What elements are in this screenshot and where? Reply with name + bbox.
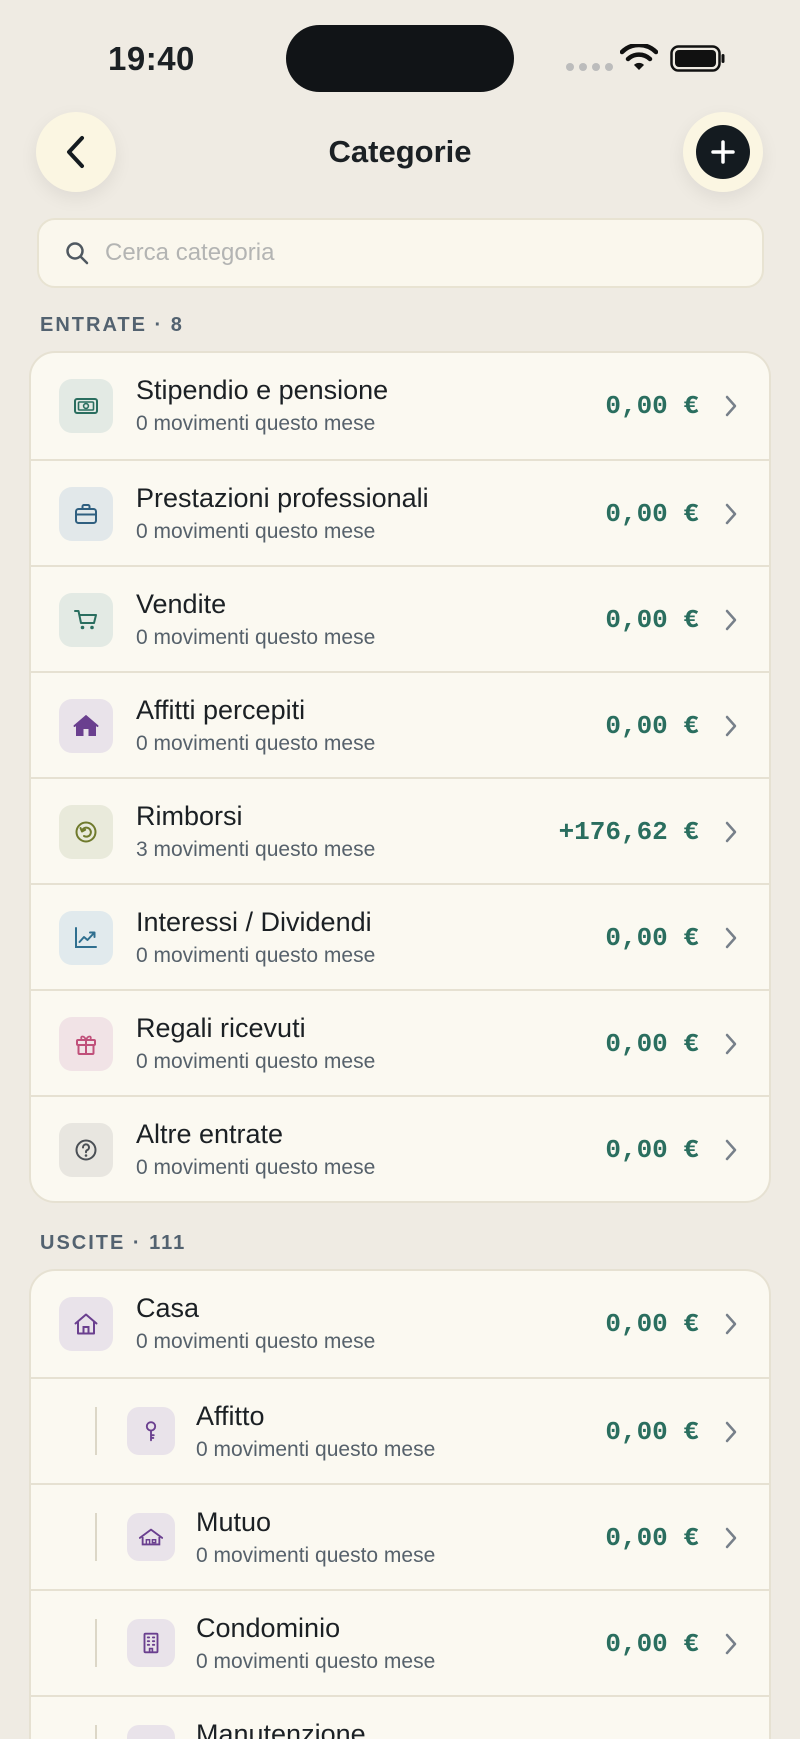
status-bar: 19:40 xyxy=(0,0,800,110)
chevron-right-icon xyxy=(725,1033,737,1055)
category-amount: 0,00 € xyxy=(605,391,699,421)
key-icon xyxy=(127,1407,175,1455)
refund-icon xyxy=(59,805,113,859)
subcategory-indent-line xyxy=(95,1513,97,1561)
category-transaction-count: 0 movimenti questo mese xyxy=(136,412,376,435)
category-transaction-count: 0 movimenti questo mese xyxy=(196,1438,436,1461)
cart-icon xyxy=(59,593,113,647)
income-category-row[interactable]: Rimborsi 3 movimenti questo mese +176,62 € xyxy=(31,777,769,883)
category-name: Prestazioni professionali xyxy=(136,483,429,513)
income-category-row[interactable]: Affitti percepiti 0 movimenti questo mese… xyxy=(31,671,769,777)
category-amount: 0,00 € xyxy=(605,1629,699,1659)
income-category-row[interactable]: Altre entrate 0 movimenti questo mese 0,00… xyxy=(31,1095,769,1201)
category-transaction-count: 0 movimenti questo mese xyxy=(136,626,376,649)
category-name: Vendite xyxy=(136,589,227,619)
category-name: Manutenzione xyxy=(196,1719,366,1739)
plus-icon xyxy=(696,125,750,179)
category-amount: 0,00 € xyxy=(605,1523,699,1553)
expense-category-row[interactable]: Condominio 0 movimenti questo mese 0,00 € xyxy=(31,1589,769,1695)
category-amount: 0,00 € xyxy=(605,1309,699,1339)
income-category-row[interactable]: Regali ricevuti 0 movimenti questo mese 0,… xyxy=(31,989,769,1095)
header: Categorie xyxy=(0,112,800,194)
chevron-right-icon xyxy=(725,503,737,525)
chevron-right-icon xyxy=(725,715,737,737)
subcategory-indent-line xyxy=(95,1725,97,1739)
category-name: Regali ricevuti xyxy=(136,1013,306,1043)
category-name: Condominio xyxy=(196,1613,341,1643)
category-transaction-count: 0 movimenti questo mese xyxy=(136,732,376,755)
category-amount: 0,00 € xyxy=(605,1029,699,1059)
house-outline-icon xyxy=(59,1297,113,1351)
category-transaction-count: 3 movimenti questo mese xyxy=(136,838,376,861)
trend-chart-icon xyxy=(59,911,113,965)
category-transaction-count: 0 movimenti questo mese xyxy=(136,1156,376,1179)
expense-category-row[interactable]: Manutenzione0 movimenti questo mese0,00 … xyxy=(31,1695,769,1739)
category-transaction-count: 0 movimenti questo mese xyxy=(196,1544,436,1567)
dynamic-island xyxy=(286,25,514,92)
expenses-category-list: Casa 0 movimenti questo mese 0,00 € Affitto… xyxy=(29,1269,771,1739)
chevron-right-icon xyxy=(725,1421,737,1443)
building-icon xyxy=(127,1619,175,1667)
income-section-label: ENTRATE · 8 xyxy=(40,314,184,336)
search-bar xyxy=(37,218,764,288)
gift-icon xyxy=(59,1017,113,1071)
income-category-row[interactable]: Vendite 0 movimenti questo mese 0,00 € xyxy=(31,565,769,671)
category-amount: 0,00 € xyxy=(605,923,699,953)
question-icon xyxy=(59,1123,113,1177)
category-transaction-count: 0 movimenti questo mese xyxy=(136,520,376,543)
banknote-icon xyxy=(59,379,113,433)
category-name: Mutuo xyxy=(196,1507,272,1537)
category-amount: 0,00 € xyxy=(605,1135,699,1165)
category-transaction-count: 0 movimenti questo mese xyxy=(136,1330,376,1353)
expense-category-row[interactable]: Mutuo 0 movimenti questo mese 0,00 € xyxy=(31,1483,769,1589)
category-amount: 0,00 € xyxy=(605,499,699,529)
category-amount: 0,00 € xyxy=(605,605,699,635)
chevron-right-icon xyxy=(725,927,737,949)
category-amount: 0,00 € xyxy=(605,711,699,741)
chevron-right-icon xyxy=(725,1139,737,1161)
briefcase-icon xyxy=(59,487,113,541)
status-time: 19:40 xyxy=(108,40,195,77)
chevron-right-icon xyxy=(725,821,737,843)
expense-category-row[interactable]: Affitto 0 movimenti questo mese 0,00 € xyxy=(31,1377,769,1483)
category-transaction-count: 0 movimenti questo mese xyxy=(136,1050,376,1073)
income-category-row[interactable]: Interessi / Dividendi 0 movimenti questo … xyxy=(31,883,769,989)
search-icon xyxy=(66,242,89,265)
battery-icon xyxy=(670,45,725,72)
subcategory-indent-line xyxy=(95,1619,97,1667)
category-name: Casa xyxy=(136,1293,200,1323)
chevron-right-icon xyxy=(725,1527,737,1549)
category-transaction-count: 0 movimenti questo mese xyxy=(136,944,376,967)
chevron-right-icon xyxy=(725,1633,737,1655)
income-category-list: Stipendio e pensione 0 movimenti questo m… xyxy=(29,351,771,1203)
income-category-row[interactable]: Prestazioni professionali 0 movimenti que… xyxy=(31,459,769,565)
cellular-signal-icon xyxy=(566,63,613,71)
category-name: Interessi / Dividendi xyxy=(136,907,372,937)
add-category-button[interactable] xyxy=(683,112,763,192)
expense-category-row[interactable]: Casa 0 movimenti questo mese 0,00 € xyxy=(31,1271,769,1377)
category-amount: 0,00 € xyxy=(605,1735,699,1739)
tools-icon xyxy=(127,1725,175,1739)
expenses-section-label: USCITE · 111 xyxy=(40,1232,187,1254)
house-filled-icon xyxy=(59,699,113,753)
category-amount: +176,62 € xyxy=(558,817,699,847)
category-name: Affitti percepiti xyxy=(136,695,306,725)
search-input[interactable] xyxy=(105,239,705,267)
subcategory-indent-line xyxy=(95,1407,97,1455)
category-name: Altre entrate xyxy=(136,1119,284,1149)
category-name: Stipendio e pensione xyxy=(136,375,389,405)
wifi-icon xyxy=(620,44,658,70)
chevron-right-icon xyxy=(725,609,737,631)
chevron-right-icon xyxy=(725,395,737,417)
category-transaction-count: 0 movimenti questo mese xyxy=(196,1650,436,1673)
category-name: Rimborsi xyxy=(136,801,243,831)
category-amount: 0,00 € xyxy=(605,1417,699,1447)
mortgage-house-icon xyxy=(127,1513,175,1561)
income-category-row[interactable]: Stipendio e pensione 0 movimenti questo m… xyxy=(31,353,769,459)
category-name: Affitto xyxy=(196,1401,265,1431)
page-title: Categorie xyxy=(328,134,472,169)
chevron-right-icon xyxy=(725,1313,737,1335)
